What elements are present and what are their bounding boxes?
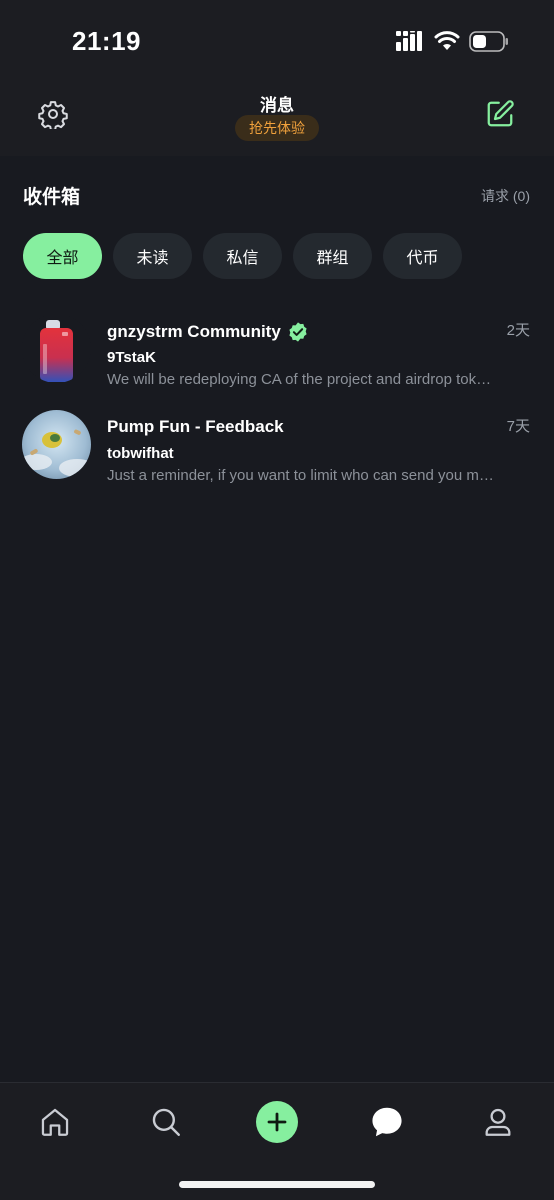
home-indicator: [179, 1181, 375, 1188]
last-sender: tobwifhat: [107, 445, 174, 462]
battery-icon: [469, 31, 508, 52]
messages-screen: 21:19 消息 抢先体验 收件箱 请求 (0) 全部 未读 私信 群组 代币 …: [0, 0, 554, 1200]
filter-tabs: 全部 未读 私信 群组 代币: [23, 233, 462, 279]
compose-icon: [487, 100, 514, 127]
conversation-item[interactable]: Pump Fun - Feedback 7天 tobwifhat Just a …: [0, 410, 554, 490]
conversation-title: Pump Fun - Feedback: [107, 417, 284, 436]
inbox-title: 收件箱: [23, 187, 81, 208]
status-time: 21:19: [72, 26, 141, 56]
nav-create[interactable]: [252, 1097, 302, 1147]
nav-profile[interactable]: [473, 1097, 523, 1147]
filter-groups[interactable]: 群组: [293, 233, 372, 279]
compose-button[interactable]: [478, 92, 522, 136]
avatar: [22, 314, 91, 383]
profile-icon: [485, 1108, 511, 1136]
nav-search[interactable]: [141, 1097, 191, 1147]
verified-badge-icon: [289, 322, 307, 342]
wifi-icon: [434, 31, 460, 50]
conversation-name: gnzystrm Community: [107, 321, 309, 343]
plus-icon: [267, 1112, 287, 1132]
conversation-title: gnzystrm Community: [107, 322, 281, 341]
signal-icon: [396, 31, 422, 51]
conversation-time: 7天: [506, 418, 530, 435]
conversation-name: Pump Fun - Feedback: [107, 417, 284, 437]
early-access-badge[interactable]: 抢先体验: [235, 115, 319, 141]
create-button[interactable]: [256, 1101, 298, 1143]
filter-tokens[interactable]: 代币: [383, 233, 462, 279]
page-title: 消息: [260, 96, 294, 115]
filter-unread[interactable]: 未读: [113, 233, 192, 279]
conversation-time: 2天: [506, 322, 530, 339]
filter-direct[interactable]: 私信: [203, 233, 282, 279]
nav-home[interactable]: [30, 1097, 80, 1147]
conversation-item[interactable]: gnzystrm Community 2天 9TstaK We will be …: [0, 314, 554, 394]
app-header: 消息 抢先体验: [0, 82, 554, 156]
message-preview: Just a reminder, if you want to limit wh…: [107, 467, 497, 484]
last-sender: 9TstaK: [107, 349, 156, 366]
requests-link[interactable]: 请求 (0): [481, 186, 530, 206]
nav-messages[interactable]: [362, 1097, 412, 1147]
home-icon: [41, 1108, 69, 1136]
avatar: [22, 410, 91, 479]
filter-all[interactable]: 全部: [23, 233, 102, 279]
message-preview: We will be redeploying CA of the project…: [107, 371, 497, 388]
search-icon: [152, 1108, 180, 1136]
chat-icon: [372, 1107, 402, 1137]
status-bar: 21:19: [0, 0, 554, 82]
